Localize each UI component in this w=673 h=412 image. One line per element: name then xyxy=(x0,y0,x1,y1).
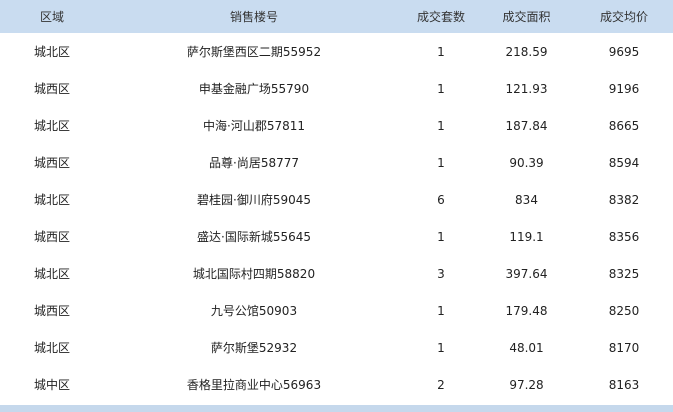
sales-table-container: 区域 销售楼号 成交套数 成交面积 成交均价 城北区 萨尔斯堡西区二期55952… xyxy=(0,0,673,412)
cell-building: 品尊·尚居58777 xyxy=(209,156,299,170)
cell-district: 城北区 xyxy=(33,193,70,207)
cell-building: 萨尔斯堡52932 xyxy=(210,341,298,355)
cell-district: 城北区 xyxy=(33,341,70,355)
cell-units: 1 xyxy=(437,118,445,133)
cell-avg-price: 8382 xyxy=(608,192,640,207)
cell-building: 中海·河山郡57811 xyxy=(203,119,305,133)
table-row: 城北区 中海·河山郡57811 1 187.84 8665 xyxy=(0,107,673,144)
cell-avg-price: 8594 xyxy=(608,155,640,170)
cell-area: 218.59 xyxy=(505,44,548,59)
cell-district: 城西区 xyxy=(33,304,70,318)
cell-units: 1 xyxy=(437,44,445,59)
cell-building: 城北国际村四期58820 xyxy=(192,267,316,281)
column-header-area: 成交面积 xyxy=(502,10,551,24)
cell-area: 121.93 xyxy=(505,81,548,96)
table-row: 城北区 萨尔斯堡西区二期55952 1 218.59 9695 xyxy=(0,33,673,70)
cell-avg-price: 8325 xyxy=(608,266,640,281)
cell-area: 179.48 xyxy=(505,303,548,318)
cell-units: 1 xyxy=(437,229,445,244)
column-header-units: 成交套数 xyxy=(416,10,465,24)
column-header-avg-price: 成交均价 xyxy=(599,10,648,24)
table-row: 城中区 香格里拉商业中心56963 2 97.28 8163 xyxy=(0,366,673,403)
cell-units: 3 xyxy=(437,266,445,281)
cell-area: 119.1 xyxy=(509,229,544,244)
cell-building: 香格里拉商业中心56963 xyxy=(186,378,322,392)
table-row: 城北区 碧桂园·御川府59045 6 834 8382 xyxy=(0,181,673,218)
cell-building: 九号公馆50903 xyxy=(210,304,298,318)
cell-units: 1 xyxy=(437,81,445,96)
column-header-building: 销售楼号 xyxy=(229,10,278,24)
cell-avg-price: 8170 xyxy=(608,340,640,355)
cell-units: 1 xyxy=(437,303,445,318)
table-row: 城北区 萨尔斯堡52932 1 48.01 8170 xyxy=(0,329,673,366)
cell-area: 97.28 xyxy=(509,377,544,392)
table-bottom-edge xyxy=(0,405,673,412)
cell-avg-price: 9695 xyxy=(608,44,640,59)
table-row: 城西区 申基金融广场55790 1 121.93 9196 xyxy=(0,70,673,107)
cell-area: 834 xyxy=(515,192,538,207)
cell-district: 城北区 xyxy=(33,267,70,281)
cell-area: 187.84 xyxy=(505,118,548,133)
cell-building: 碧桂园·御川府59045 xyxy=(197,193,311,207)
cell-units: 2 xyxy=(437,377,445,392)
cell-district: 城西区 xyxy=(33,230,70,244)
table-row: 城西区 九号公馆50903 1 179.48 8250 xyxy=(0,292,673,329)
cell-units: 6 xyxy=(437,192,445,207)
cell-area: 397.64 xyxy=(505,266,548,281)
cell-avg-price: 9196 xyxy=(608,81,640,96)
cell-area: 48.01 xyxy=(509,340,544,355)
cell-building: 萨尔斯堡西区二期55952 xyxy=(186,45,322,59)
cell-avg-price: 8163 xyxy=(608,377,640,392)
column-header-district: 区域 xyxy=(39,10,64,24)
cell-district: 城北区 xyxy=(33,119,70,133)
cell-avg-price: 8250 xyxy=(608,303,640,318)
header-row: 区域 销售楼号 成交套数 成交面积 成交均价 xyxy=(0,0,673,33)
cell-units: 1 xyxy=(437,340,445,355)
sales-table: 区域 销售楼号 成交套数 成交面积 成交均价 城北区 萨尔斯堡西区二期55952… xyxy=(0,0,673,403)
table-row: 城西区 盛达·国际新城55645 1 119.1 8356 xyxy=(0,218,673,255)
cell-district: 城西区 xyxy=(33,156,70,170)
table-row: 城北区 城北国际村四期58820 3 397.64 8325 xyxy=(0,255,673,292)
cell-area: 90.39 xyxy=(509,155,544,170)
cell-building: 盛达·国际新城55645 xyxy=(197,230,311,244)
cell-district: 城西区 xyxy=(33,82,70,96)
cell-district: 城北区 xyxy=(33,45,70,59)
cell-district: 城中区 xyxy=(33,378,70,392)
table-row: 城西区 品尊·尚居58777 1 90.39 8594 xyxy=(0,144,673,181)
cell-avg-price: 8356 xyxy=(608,229,640,244)
table-body: 城北区 萨尔斯堡西区二期55952 1 218.59 9695 城西区 申基金融… xyxy=(0,33,673,403)
cell-avg-price: 8665 xyxy=(608,118,640,133)
cell-building: 申基金融广场55790 xyxy=(198,82,310,96)
table-header: 区域 销售楼号 成交套数 成交面积 成交均价 xyxy=(0,0,673,33)
cell-units: 1 xyxy=(437,155,445,170)
